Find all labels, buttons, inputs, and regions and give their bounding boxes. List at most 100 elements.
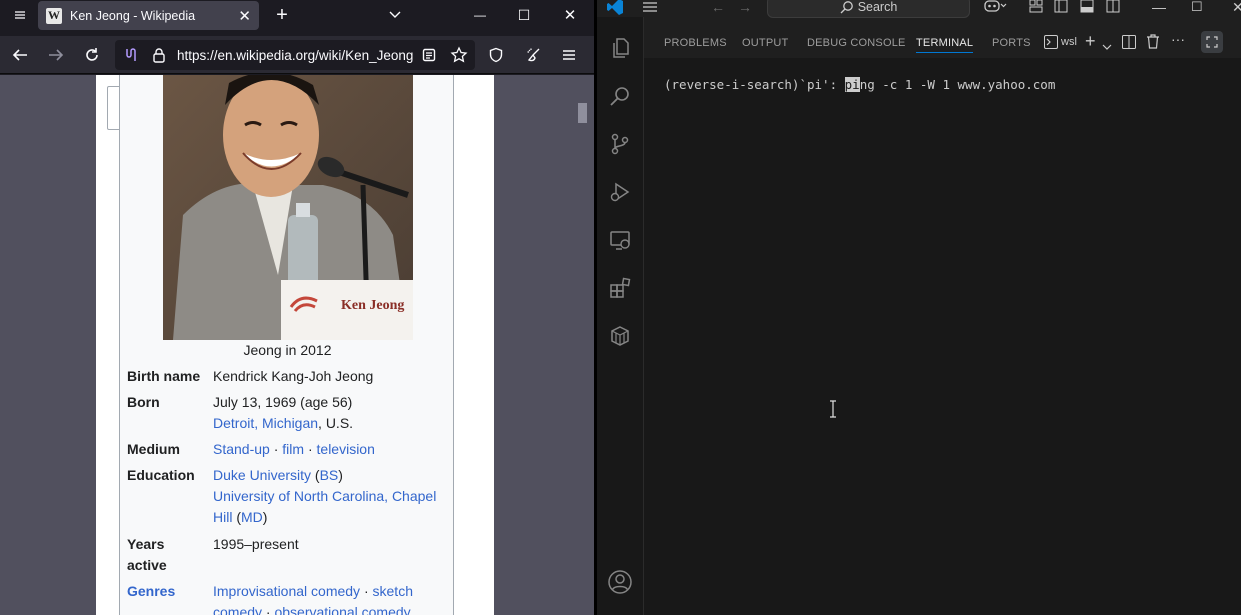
maximize-button[interactable]: ☐ xyxy=(1191,0,1203,15)
reader-view-icon[interactable] xyxy=(421,47,437,63)
years-value: 1995–present xyxy=(213,536,299,552)
source-control-icon[interactable] xyxy=(607,131,633,157)
forward-arrow-icon[interactable] xyxy=(44,43,68,67)
address-bar[interactable]: https://en.wikipedia.org/wiki/Ken_Jeong xyxy=(115,40,475,70)
bullet: · xyxy=(360,583,373,599)
tab-bar: W Ken Jeong - Wikipedia ✕ + — ☐ ✕ xyxy=(0,0,594,36)
infobox-row-birth-name: Birth name Kendrick Kang-Joh Jeong xyxy=(127,366,452,388)
infobox-row-education: Education Duke University (BS) Universit… xyxy=(127,467,437,525)
close-window-button[interactable]: ✕ xyxy=(558,3,582,27)
terminal-profile-label[interactable]: wsl xyxy=(1061,36,1077,48)
terminal-prompt: (reverse-i-search)`pi': xyxy=(664,77,845,92)
list-all-tabs-chevron-icon[interactable] xyxy=(383,3,407,27)
ken-jeong-photo[interactable]: Ken Jeong xyxy=(163,75,413,340)
accounts-icon[interactable] xyxy=(607,569,633,595)
born-label: Born xyxy=(127,394,160,410)
back-arrow-icon[interactable] xyxy=(8,43,32,67)
close-window-button[interactable]: ✕ xyxy=(1232,0,1241,16)
infobox-row-genres: Genres Improvisational comedy · sketch c… xyxy=(127,581,452,615)
improv-link[interactable]: Improvisational comedy xyxy=(213,583,360,599)
bookmark-star-icon[interactable] xyxy=(450,46,468,64)
menu-hamburger-icon[interactable] xyxy=(557,43,581,67)
bullet: · xyxy=(262,604,275,615)
toggle-panel-icon[interactable] xyxy=(1080,0,1094,16)
observational-comedy-link[interactable]: observational comedy xyxy=(274,604,410,615)
photo-caption: Jeong in 2012 xyxy=(243,342,332,358)
minimize-button[interactable]: — xyxy=(1152,0,1166,15)
more-actions-icon[interactable]: ··· xyxy=(1171,31,1185,47)
launch-profile-chevron-icon[interactable] xyxy=(1102,38,1112,56)
tab-close-icon[interactable]: ✕ xyxy=(238,7,251,25)
explorer-files-icon[interactable] xyxy=(607,35,633,61)
infobox-row-born: Born July 13, 1969 (age 56) Detroit, Mic… xyxy=(127,392,452,436)
infobox-row-years-active: Years active 1995–present xyxy=(127,534,452,578)
bullet: · xyxy=(269,441,283,457)
medium-label: Medium xyxy=(127,441,180,457)
active-label: active xyxy=(127,557,167,573)
tab-problems[interactable]: PROBLEMS xyxy=(664,37,727,49)
customize-layout-icon[interactable] xyxy=(1029,0,1043,16)
url-text[interactable]: https://en.wikipedia.org/wiki/Ken_Jeong xyxy=(177,48,415,63)
duke-link[interactable]: Duke University xyxy=(213,467,311,483)
tab-ken-jeong[interactable]: W Ken Jeong - Wikipedia ✕ xyxy=(38,1,259,30)
activity-bar xyxy=(597,17,644,615)
extensions-icon[interactable] xyxy=(607,275,633,301)
maximize-panel-icon[interactable] xyxy=(1201,31,1223,53)
tab-output[interactable]: OUTPUT xyxy=(742,37,788,49)
firefox-window: W Ken Jeong - Wikipedia ✕ + — ☐ ✕ https:… xyxy=(0,0,594,615)
panel-tab-bar: PROBLEMS OUTPUT DEBUG CONSOLE TERMINAL P… xyxy=(644,28,1241,58)
run-debug-icon[interactable] xyxy=(607,179,633,205)
genres-label-link[interactable]: Genres xyxy=(127,581,211,602)
tab-title: Ken Jeong - Wikipedia xyxy=(70,8,196,23)
copilot-icon[interactable] xyxy=(983,0,1007,17)
menu-hamburger-icon[interactable] xyxy=(642,1,658,17)
film-link[interactable]: film xyxy=(282,441,304,457)
terminal-profile-icon[interactable] xyxy=(1044,35,1058,54)
text-cursor-ibeam-icon xyxy=(830,400,836,418)
television-link[interactable]: television xyxy=(317,441,375,457)
nameplate-text: Ken Jeong xyxy=(341,298,404,313)
minimize-button[interactable]: — xyxy=(468,3,492,27)
born-sep: , xyxy=(254,415,263,431)
years-label: Years xyxy=(127,536,165,552)
bs-link[interactable]: BS xyxy=(320,467,339,483)
page-scrollbar-thumb[interactable] xyxy=(578,103,587,123)
michigan-link[interactable]: Michigan xyxy=(262,415,318,431)
terminal-cursor-match: pi xyxy=(844,77,860,92)
extensions-broom-icon[interactable] xyxy=(522,43,546,67)
shield-icon[interactable] xyxy=(484,43,508,67)
tab-ports[interactable]: PORTS xyxy=(992,37,1031,49)
wikipedia-article: Ken Jeong Jeong in 2012 Birth name Kendr… xyxy=(96,75,587,615)
birth-name-label: Birth name xyxy=(127,368,201,384)
tab-list-icon[interactable] xyxy=(8,3,32,27)
terminal-area[interactable]: (reverse-i-search)`pi': ping -c 1 -W 1 w… xyxy=(644,58,1241,615)
kill-terminal-trash-icon[interactable] xyxy=(1146,34,1160,54)
bullet: · xyxy=(304,441,317,457)
md-link[interactable]: MD xyxy=(241,509,263,525)
back-arrow-icon[interactable]: ← xyxy=(711,0,725,15)
lock-icon[interactable] xyxy=(151,47,167,63)
split-terminal-icon[interactable] xyxy=(1122,35,1136,54)
terminal-command: ng -c 1 -W 1 www.yahoo.com xyxy=(859,77,1056,92)
tab-debug-console[interactable]: DEBUG CONSOLE xyxy=(807,37,906,49)
new-terminal-plus-icon[interactable]: + xyxy=(1085,31,1096,52)
education-label: Education xyxy=(127,467,195,483)
infobox: Ken Jeong Jeong in 2012 Birth name Kendr… xyxy=(119,75,454,615)
command-center-search[interactable]: Search xyxy=(767,0,970,18)
toggle-secondary-sidebar-icon[interactable] xyxy=(1106,0,1120,16)
reload-icon[interactable] xyxy=(80,43,104,67)
tab-terminal[interactable]: TERMINAL xyxy=(916,37,974,53)
containers-icon[interactable] xyxy=(607,323,633,349)
page-viewport[interactable]: Ken Jeong Jeong in 2012 Birth name Kendr… xyxy=(0,75,594,615)
standup-link[interactable]: Stand-up xyxy=(213,441,270,457)
forward-arrow-icon[interactable]: → xyxy=(738,0,752,15)
remote-explorer-icon[interactable] xyxy=(607,227,633,253)
terminal-line: (reverse-i-search)`pi': ping -c 1 -W 1 w… xyxy=(664,77,1055,92)
new-tab-button[interactable]: + xyxy=(270,3,294,27)
search-icon[interactable] xyxy=(607,83,633,109)
permissions-icon[interactable] xyxy=(123,47,139,63)
detroit-link[interactable]: Detroit xyxy=(213,415,254,431)
toggle-primary-sidebar-icon[interactable] xyxy=(1054,0,1068,16)
vscode-window: ← → Search — ☐ ✕ PROBLEMS OUTPUT DEBUG C… xyxy=(597,0,1241,615)
maximize-button[interactable]: ☐ xyxy=(512,3,536,27)
